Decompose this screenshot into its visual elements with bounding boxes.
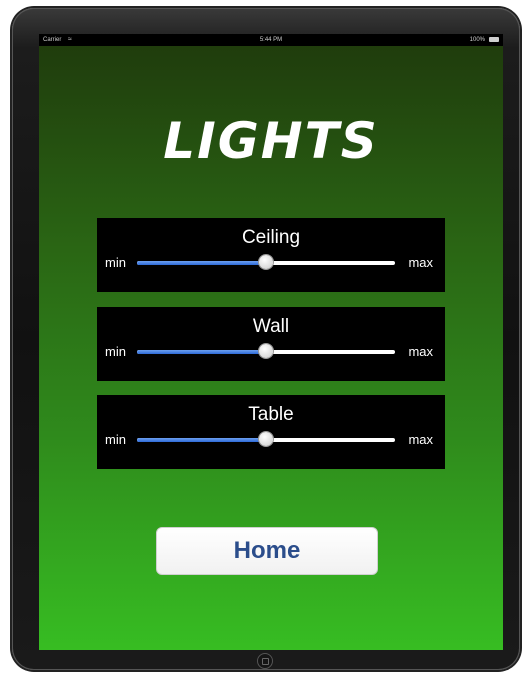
status-bar: Carrier ≈ 5:44 PM 100% [39, 34, 503, 46]
battery-icon [489, 37, 499, 42]
page-title: LIGHTS [163, 112, 379, 170]
hardware-home-button[interactable] [257, 653, 273, 669]
slider-max-label: max [408, 255, 433, 270]
slider-max-label: max [408, 432, 433, 447]
battery-percent: 100% [469, 37, 485, 43]
slider-panel-wall: Wall min max [97, 307, 445, 381]
slider-thumb[interactable] [259, 255, 273, 269]
slider-label: Wall [252, 316, 290, 337]
slider-panel-table: Table min max [97, 395, 445, 469]
slider-fill [137, 438, 266, 442]
slider-thumb[interactable] [259, 432, 273, 446]
slider-min-label: min [105, 432, 126, 447]
slider-min-label: min [105, 255, 126, 270]
slider-thumb[interactable] [259, 344, 273, 358]
slider-panel-ceiling: Ceiling min max [97, 218, 445, 292]
slider-max-label: max [408, 344, 433, 359]
ceiling-slider[interactable] [137, 255, 395, 269]
slider-fill [137, 261, 266, 265]
home-square-icon [262, 658, 269, 665]
wall-slider[interactable] [137, 344, 395, 358]
slider-fill [137, 350, 266, 354]
slider-min-label: min [105, 344, 126, 359]
home-button[interactable]: Home [156, 527, 378, 575]
app-screen: Carrier ≈ 5:44 PM 100% LIGHTS Ceiling mi… [39, 34, 503, 650]
slider-label: Ceiling [241, 227, 301, 248]
slider-label: Table [248, 404, 294, 425]
status-time: 5:44 PM [259, 37, 283, 43]
table-slider[interactable] [137, 432, 395, 446]
